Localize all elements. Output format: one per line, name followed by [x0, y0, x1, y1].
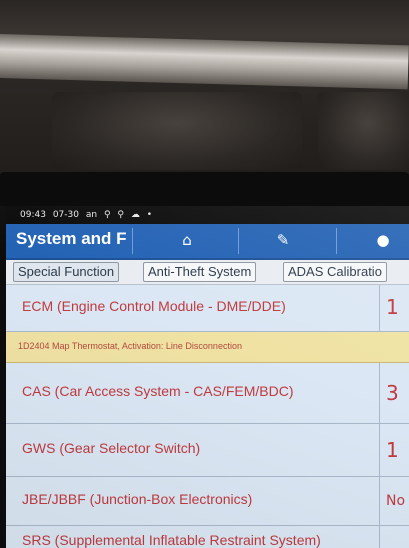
- tab-special-function[interactable]: Special Function: [13, 262, 120, 282]
- cloud-icon: ☁: [130, 210, 140, 220]
- fault-count: No: [379, 477, 409, 525]
- list-item[interactable]: GWS (Gear Selector Switch) 1: [6, 424, 409, 477]
- home-icon[interactable]: ⌂: [171, 228, 203, 252]
- header-divider: [238, 228, 239, 254]
- list-item[interactable]: ECM (Engine Control Module - DME/DDE) 1: [6, 285, 409, 332]
- user-icon[interactable]: ●: [367, 228, 399, 252]
- fault-count: 1: [379, 424, 409, 476]
- edit-note-icon[interactable]: ✎: [267, 228, 299, 252]
- fault-count: 1: [379, 285, 409, 331]
- status-date: 07-30: [52, 210, 79, 220]
- list-item[interactable]: SRS (Supplemental Inflatable Restraint S…: [6, 526, 409, 548]
- dtc-text: 1D2404 Map Thermostat, Activation: Line …: [18, 341, 242, 351]
- system-name: ECM (Engine Control Module - DME/DDE): [22, 298, 286, 314]
- air-vent-right: [318, 92, 409, 170]
- list-item[interactable]: JBE/JBBF (Junction-Box Electronics) No: [6, 477, 409, 526]
- app-header: System and F ⌂ ✎ ●: [6, 224, 409, 260]
- tab-anti-theft-system[interactable]: Anti-Theft System: [143, 262, 257, 282]
- tab-adas-calibration[interactable]: ADAS Calibratio: [283, 262, 387, 282]
- status-time: 09:43: [20, 210, 46, 220]
- function-tabs: Special Function Anti-Theft System ADAS …: [6, 260, 409, 285]
- status-indicator: an: [85, 210, 98, 220]
- header-divider: [336, 228, 337, 254]
- air-vent-left: [52, 92, 302, 170]
- dot-icon: •: [146, 210, 153, 220]
- usb-icon: ⚲: [117, 210, 125, 220]
- page-title: System and F: [16, 229, 127, 248]
- status-bar: 09:43 07-30 an ⚲ ⚲ ☁ •: [6, 206, 409, 224]
- fault-count: [379, 526, 409, 548]
- system-name: SRS (Supplemental Inflatable Restraint S…: [22, 532, 321, 548]
- system-name: CAS (Car Access System - CAS/FEM/BDC): [22, 383, 294, 399]
- header-divider: [132, 228, 133, 254]
- dtc-message: 1D2404 Map Thermostat, Activation: Line …: [6, 332, 409, 363]
- tablet-screen: 09:43 07-30 an ⚲ ⚲ ☁ • System and F ⌂ ✎ …: [6, 206, 409, 548]
- fault-count: 3: [379, 363, 409, 423]
- system-name: GWS (Gear Selector Switch): [22, 440, 201, 456]
- usb-icon: ⚲: [103, 210, 111, 220]
- system-name: JBE/JBBF (Junction-Box Electronics): [22, 491, 253, 507]
- list-item[interactable]: CAS (Car Access System - CAS/FEM/BDC) 3: [6, 363, 409, 424]
